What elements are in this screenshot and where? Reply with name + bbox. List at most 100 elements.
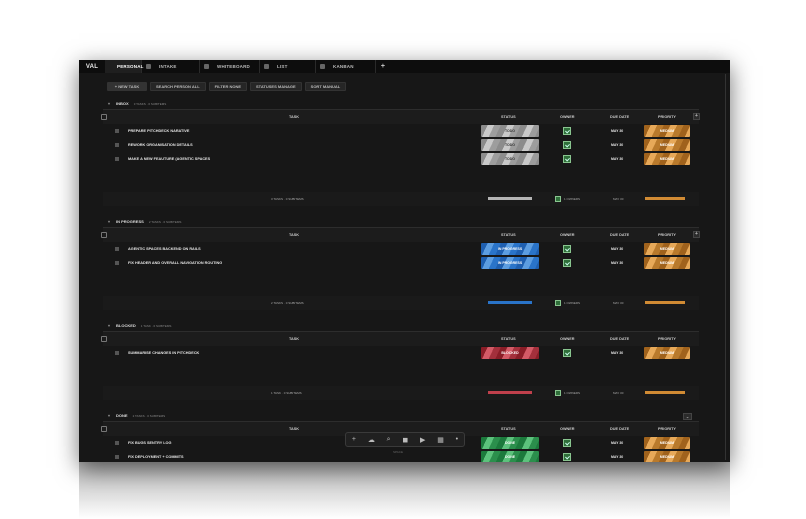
play-icon[interactable]: ▶ — [420, 436, 425, 444]
col-owner[interactable]: OWNER — [560, 115, 575, 119]
due-date[interactable]: MAY 30 — [611, 441, 623, 445]
collapse-button[interactable]: ⌄ — [683, 413, 692, 420]
owner-avatar[interactable] — [563, 245, 571, 253]
tab-list[interactable]: LIST — [260, 60, 316, 73]
task-name[interactable]: FIX BUGS SENTRY LOG — [128, 441, 171, 445]
tab-personal[interactable]: PERSONAL — [105, 60, 143, 73]
owner-avatar[interactable] — [563, 259, 571, 267]
status-badge[interactable]: TODO — [481, 153, 539, 165]
col-priority[interactable]: PRIORITY — [658, 337, 676, 341]
drag-handle-icon[interactable] — [115, 129, 119, 133]
owner-avatar[interactable] — [563, 439, 571, 447]
table-row[interactable]: PREPARE PITCHDECK NARATIVE TODO MAY 30 M… — [103, 124, 699, 138]
due-date[interactable]: MAY 30 — [611, 351, 623, 355]
drag-handle-icon[interactable] — [115, 261, 119, 265]
due-date[interactable]: MAY 30 — [611, 129, 623, 133]
status-badge[interactable]: TODO — [481, 125, 539, 137]
task-name[interactable]: AGENTIC SPACES BACKEND ON RAILS — [128, 247, 201, 251]
due-date[interactable]: MAY 30 — [611, 261, 623, 265]
group-header-inbox[interactable]: ▾ INBOX 3 TASKS · 0 SUBITEMS — [103, 98, 699, 110]
select-all-checkbox[interactable] — [101, 114, 107, 120]
priority-badge[interactable]: MEDIUM — [644, 125, 690, 137]
select-all-checkbox[interactable] — [101, 232, 107, 238]
add-tab-button[interactable]: + — [376, 63, 390, 70]
due-date[interactable]: MAY 30 — [611, 143, 623, 147]
drag-handle-icon[interactable] — [115, 143, 119, 147]
owner-avatar[interactable] — [563, 155, 571, 163]
col-priority[interactable]: PRIORITY — [658, 115, 676, 119]
drag-handle-icon[interactable] — [115, 441, 119, 445]
col-status[interactable]: STATUS — [501, 233, 516, 237]
owner-avatar[interactable] — [563, 141, 571, 149]
col-due[interactable]: DUE DATE — [610, 233, 629, 237]
status-badge[interactable]: IN PROGRESS — [481, 257, 539, 269]
priority-badge[interactable]: MEDIUM — [644, 347, 690, 359]
sort-button[interactable]: SORT MANUAL — [304, 81, 347, 91]
task-name[interactable]: FIX DEPLOYMENT + COMMITS — [128, 455, 184, 459]
group-header-done[interactable]: ▾ DONE 2 TASKS · 0 SUBITEMS ⌄ — [103, 410, 699, 422]
owner-avatar[interactable] — [563, 127, 571, 135]
col-task[interactable]: TASK — [289, 427, 299, 431]
tab-whiteboard[interactable]: WHITEBOARD — [200, 60, 260, 73]
task-name[interactable]: SUMMARISE CHANGES IN PITCHDECK — [128, 351, 199, 355]
cloud-icon[interactable]: ☁ — [368, 436, 375, 444]
dot-icon[interactable]: • — [456, 436, 458, 443]
col-priority[interactable]: PRIORITY — [658, 233, 676, 237]
tab-intake[interactable]: INTAKE — [142, 60, 200, 73]
drag-handle-icon[interactable] — [115, 157, 119, 161]
add-column-button[interactable]: + — [693, 231, 700, 238]
col-owner[interactable]: OWNER — [560, 337, 575, 341]
filter-button[interactable]: FILTER NONE — [208, 81, 248, 91]
due-date[interactable]: MAY 30 — [611, 455, 623, 459]
col-status[interactable]: STATUS — [501, 337, 516, 341]
col-status[interactable]: STATUS — [501, 115, 516, 119]
drag-handle-icon[interactable] — [115, 351, 119, 355]
table-row[interactable]: FIX HEADER AND OVERALL NAVIGATION ROUTIN… — [103, 256, 699, 270]
col-owner[interactable]: OWNER — [560, 233, 575, 237]
col-status[interactable]: STATUS — [501, 427, 516, 431]
select-all-checkbox[interactable] — [101, 336, 107, 342]
col-due[interactable]: DUE DATE — [610, 427, 629, 431]
add-column-button[interactable]: + — [693, 113, 700, 120]
table-row[interactable]: SUMMARISE CHANGES IN PITCHDECK BLOCKED M… — [103, 346, 699, 360]
col-due[interactable]: DUE DATE — [610, 115, 629, 119]
due-date[interactable]: MAY 30 — [611, 247, 623, 251]
owner-avatar[interactable] — [563, 453, 571, 461]
col-priority[interactable]: PRIORITY — [658, 427, 676, 431]
task-name[interactable]: MAKE A NEW FEAUTURE (AGENTIC SPACES — [128, 157, 210, 161]
task-name[interactable]: PREPARE PITCHDECK NARATIVE — [128, 129, 189, 133]
col-due[interactable]: DUE DATE — [610, 337, 629, 341]
scrollbar[interactable] — [725, 74, 726, 460]
search-icon[interactable]: ⌕ — [387, 436, 391, 444]
priority-badge[interactable]: MEDIUM — [644, 153, 690, 165]
grid-icon[interactable]: ▦ — [437, 436, 444, 444]
camera-icon[interactable]: ◼ — [402, 436, 408, 444]
col-task[interactable]: TASK — [289, 115, 299, 119]
new-task-button[interactable]: + NEW TASK — [107, 81, 147, 91]
priority-badge[interactable]: MEDIUM — [644, 451, 690, 462]
priority-badge[interactable]: MEDIUM — [644, 257, 690, 269]
plus-icon[interactable]: + — [352, 436, 356, 443]
drag-handle-icon[interactable] — [115, 247, 119, 251]
priority-badge[interactable]: MEDIUM — [644, 243, 690, 255]
task-name[interactable]: REWORK ORGANISATION DETAILS — [128, 143, 193, 147]
task-name[interactable]: FIX HEADER AND OVERALL NAVIGATION ROUTIN… — [128, 261, 222, 265]
search-person-button[interactable]: SEARCH PERSON ALL — [150, 81, 206, 91]
status-badge[interactable]: IN PROGRESS — [481, 243, 539, 255]
owner-avatar[interactable] — [563, 349, 571, 357]
select-all-checkbox[interactable] — [101, 426, 107, 432]
group-header-blocked[interactable]: ▾ BLOCKED 1 TASK · 0 SUBITEMS — [103, 320, 699, 332]
col-owner[interactable]: OWNER — [560, 427, 575, 431]
statuses-button[interactable]: STATUSES MANAGE — [250, 81, 302, 91]
col-task[interactable]: TASK — [289, 233, 299, 237]
status-badge[interactable]: DONE — [481, 451, 539, 462]
table-row[interactable]: REWORK ORGANISATION DETAILS TODO MAY 30 … — [103, 138, 699, 152]
drag-handle-icon[interactable] — [115, 455, 119, 459]
priority-badge[interactable]: MEDIUM — [644, 437, 690, 449]
due-date[interactable]: MAY 30 — [611, 157, 623, 161]
col-task[interactable]: TASK — [289, 337, 299, 341]
table-row[interactable]: MAKE A NEW FEAUTURE (AGENTIC SPACES TODO… — [103, 152, 699, 166]
status-badge[interactable]: DONE — [481, 437, 539, 449]
status-badge[interactable]: TODO — [481, 139, 539, 151]
tab-kanban[interactable]: KANBAN — [316, 60, 376, 73]
